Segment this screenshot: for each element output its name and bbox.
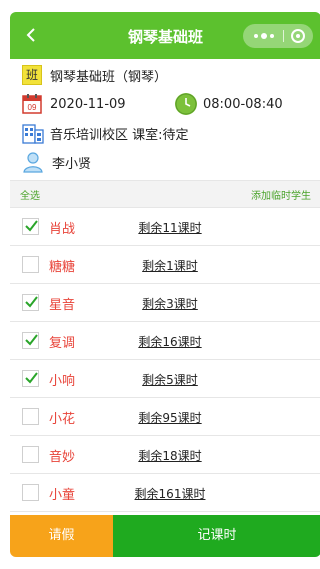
student-name: 小响 <box>49 374 76 389</box>
student-row[interactable]: 糖糖 剩余1课时 <box>10 246 320 284</box>
student-row[interactable]: 小响 剩余5课时 <box>10 360 320 398</box>
user-icon <box>23 152 43 173</box>
student-row[interactable]: 肖战 剩余11课时 <box>10 208 320 246</box>
remaining-lessons-link[interactable]: 剩余16课时 <box>125 333 215 350</box>
student-row[interactable]: 小童 剩余161课时 <box>10 474 320 512</box>
student-name: 小花 <box>49 412 76 427</box>
student-checkbox[interactable] <box>22 218 39 235</box>
teacher-row: 李小贤 <box>22 149 91 175</box>
student-name: 小童 <box>49 488 76 503</box>
bottom-action-bar: 请假 记课时 <box>10 515 320 557</box>
student-name: 音妙 <box>49 450 76 465</box>
student-checkbox[interactable] <box>22 408 39 425</box>
select-all-link[interactable]: 全选 <box>20 187 40 202</box>
class-name-row: 班 钢琴基础班（钢琴） <box>22 62 167 88</box>
student-checkbox[interactable] <box>22 256 39 273</box>
teacher-name: 李小贤 <box>52 156 92 172</box>
calendar-icon: 09 <box>22 94 42 114</box>
checkmark-icon <box>25 334 38 346</box>
class-icon: 班 <box>22 65 42 85</box>
student-row[interactable]: 音妙 剩余18课时 <box>10 436 320 474</box>
remaining-lessons-link[interactable]: 剩余1课时 <box>125 257 215 274</box>
remaining-lessons-link[interactable]: 剩余3课时 <box>125 295 215 312</box>
close-target-icon[interactable] <box>291 29 305 43</box>
date-row: 09 2020-11-09 <box>22 91 126 117</box>
class-time: 08:00-08:40 <box>203 96 283 112</box>
student-checkbox[interactable] <box>22 446 39 463</box>
remaining-lessons-link[interactable]: 剩余161课时 <box>125 485 215 502</box>
student-row[interactable]: 小花 剩余95课时 <box>10 398 320 436</box>
building-icon <box>22 124 44 144</box>
student-checkbox[interactable] <box>22 484 39 501</box>
location-row: 音乐培训校区 课室:待定 <box>22 120 189 146</box>
remaining-lessons-link[interactable]: 剩余5课时 <box>125 371 215 388</box>
class-name: 钢琴基础班（钢琴） <box>50 69 168 85</box>
remaining-lessons-link[interactable]: 剩余95课时 <box>125 409 215 426</box>
student-name: 复调 <box>49 336 76 351</box>
student-name: 糖糖 <box>49 260 76 275</box>
mini-program-frame: 钢琴基础班 班 钢琴基础班（钢琴） 09 2020-11-09 08:00-08… <box>10 12 320 557</box>
checkmark-icon <box>25 372 38 384</box>
student-name: 肖战 <box>49 222 76 237</box>
time-row: 08:00-08:40 <box>175 91 283 117</box>
student-name: 星音 <box>49 298 76 313</box>
remaining-lessons-link[interactable]: 剩余18课时 <box>125 447 215 464</box>
capsule-divider <box>283 30 284 42</box>
checkmark-icon <box>25 296 38 308</box>
student-row[interactable]: 复调 剩余16课时 <box>10 322 320 360</box>
student-row[interactable]: 星音 剩余3课时 <box>10 284 320 322</box>
remaining-lessons-link[interactable]: 剩余11课时 <box>125 219 215 236</box>
student-checkbox[interactable] <box>22 294 39 311</box>
list-toolbar: 全选 添加临时学生 <box>10 180 320 208</box>
checkmark-icon <box>25 220 38 232</box>
leave-button[interactable]: 请假 <box>10 515 113 557</box>
record-lesson-button[interactable]: 记课时 <box>113 515 320 557</box>
capsule-menu <box>243 24 313 48</box>
class-info: 班 钢琴基础班（钢琴） 09 2020-11-09 08:00-08:40 音乐… <box>10 59 320 179</box>
student-checkbox[interactable] <box>22 370 39 387</box>
clock-icon <box>175 93 197 115</box>
header-bar: 钢琴基础班 <box>10 12 320 59</box>
class-date: 2020-11-09 <box>50 96 126 112</box>
student-list: 肖战 剩余11课时 糖糖 剩余1课时 星音 剩余3课时 复调 剩余16课时 小响 剩余5课时 小花剩… <box>10 208 320 512</box>
calendar-day: 09 <box>28 103 37 112</box>
more-icon[interactable] <box>251 28 277 44</box>
add-temp-student-link[interactable]: 添加临时学生 <box>251 187 311 202</box>
class-location: 音乐培训校区 课室:待定 <box>50 127 189 143</box>
student-checkbox[interactable] <box>22 332 39 349</box>
